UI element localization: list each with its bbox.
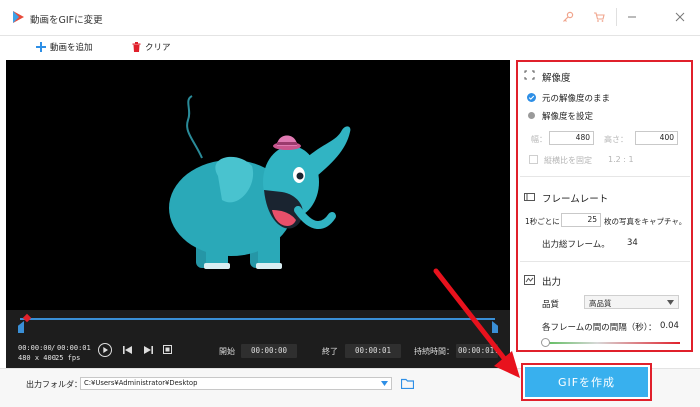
width-label: 幅： [531,135,547,144]
play-button[interactable] [98,343,112,357]
create-gif-button[interactable]: GIFを作成 [521,363,652,401]
add-video-button[interactable]: 動画を追加 [36,40,93,54]
window-title: 動画をGIFに変更 [30,15,103,26]
time-separator: / [51,344,56,352]
section-divider [520,176,690,177]
output-folder-label: 出力フォルダ： [26,380,82,389]
end-label: 終了 [322,347,338,356]
height-label: 高さ： [604,135,628,144]
quality-value: 高品質 [589,299,612,308]
folder-icon[interactable] [401,378,414,389]
play-icon [103,347,108,353]
width-input[interactable]: 480 [549,131,594,145]
output-folder-field[interactable]: C:¥Users¥Administrator¥Desktop [80,377,392,390]
video-resolution: 480 x 400 [18,354,56,362]
radio-set-resolution[interactable] [528,112,535,119]
keep-ratio-checkbox[interactable] [529,155,538,164]
quality-label: 品質 [542,300,560,310]
keep-ratio-label: 縦横比を固定 [544,156,592,165]
set-resolution-label: 解像度を設定 [542,112,594,122]
timeline-track[interactable] [20,318,495,320]
skip-forward-icon[interactable] [144,346,153,354]
per-second-label: 1秒ごとに [525,217,560,226]
key-icon[interactable] [561,10,575,24]
add-video-label: 動画を追加 [50,43,93,53]
cart-icon[interactable] [592,10,606,24]
total-time: 00:00:01 [57,344,91,352]
chevron-down-icon [667,300,674,305]
toolbar [0,36,700,60]
create-gif-label: GIFを作成 [525,367,648,397]
output-title: 出力 [542,277,562,288]
framerate-title: フレームレート [542,194,609,205]
current-time: 00:00:00 [18,344,52,352]
clear-label: クリア [145,43,171,53]
close-icon[interactable] [673,10,687,24]
end-time-field[interactable]: 00:00:01 [345,344,401,358]
skip-back-icon[interactable] [123,346,132,354]
output-icon [524,275,535,285]
total-frames-label: 出力総フレーム。 [542,240,610,250]
frame-count-input[interactable]: 25 [561,213,601,227]
start-label: 開始 [219,347,235,356]
interval-value: 0.04 [660,321,679,331]
interval-label: 各フレームの間の間隔（秒）： [542,323,657,333]
app-logo-icon [13,11,24,23]
interval-slider-track[interactable] [542,342,680,344]
title-divider [616,8,617,26]
minimize-icon[interactable] [625,10,639,24]
resolution-title: 解像度 [542,73,571,84]
check-icon [528,95,535,100]
video-fps: 25 fps [55,354,81,362]
capture-label: 枚の写真をキャプチャ。 [604,217,687,226]
keep-resolution-label: 元の解像度のまま [542,94,611,104]
video-preview[interactable] [6,60,510,310]
resolution-icon [524,70,535,80]
framerate-icon [524,193,535,201]
duration-label: 持続時間： [414,347,454,356]
duration-field[interactable]: 00:00:01.39 [456,344,498,358]
total-frames-value: 34 [627,238,638,248]
radio-keep-resolution[interactable] [527,93,536,102]
trash-icon [132,42,141,52]
start-time-field[interactable]: 00:00:00 [241,344,297,358]
interval-slider-handle[interactable] [541,338,550,347]
chevron-down-icon [381,381,388,386]
quality-select[interactable]: 高品質 [584,295,679,309]
ratio-value: 1.2 : 1 [608,155,634,164]
plus-icon [36,42,46,52]
output-folder-path: C:¥Users¥Administrator¥Desktop [84,379,198,387]
section-divider [520,261,690,262]
height-input[interactable]: 400 [635,131,678,145]
snapshot-icon[interactable] [163,345,172,354]
elephant-illustration [169,95,351,269]
clear-button[interactable]: クリア [132,40,171,54]
